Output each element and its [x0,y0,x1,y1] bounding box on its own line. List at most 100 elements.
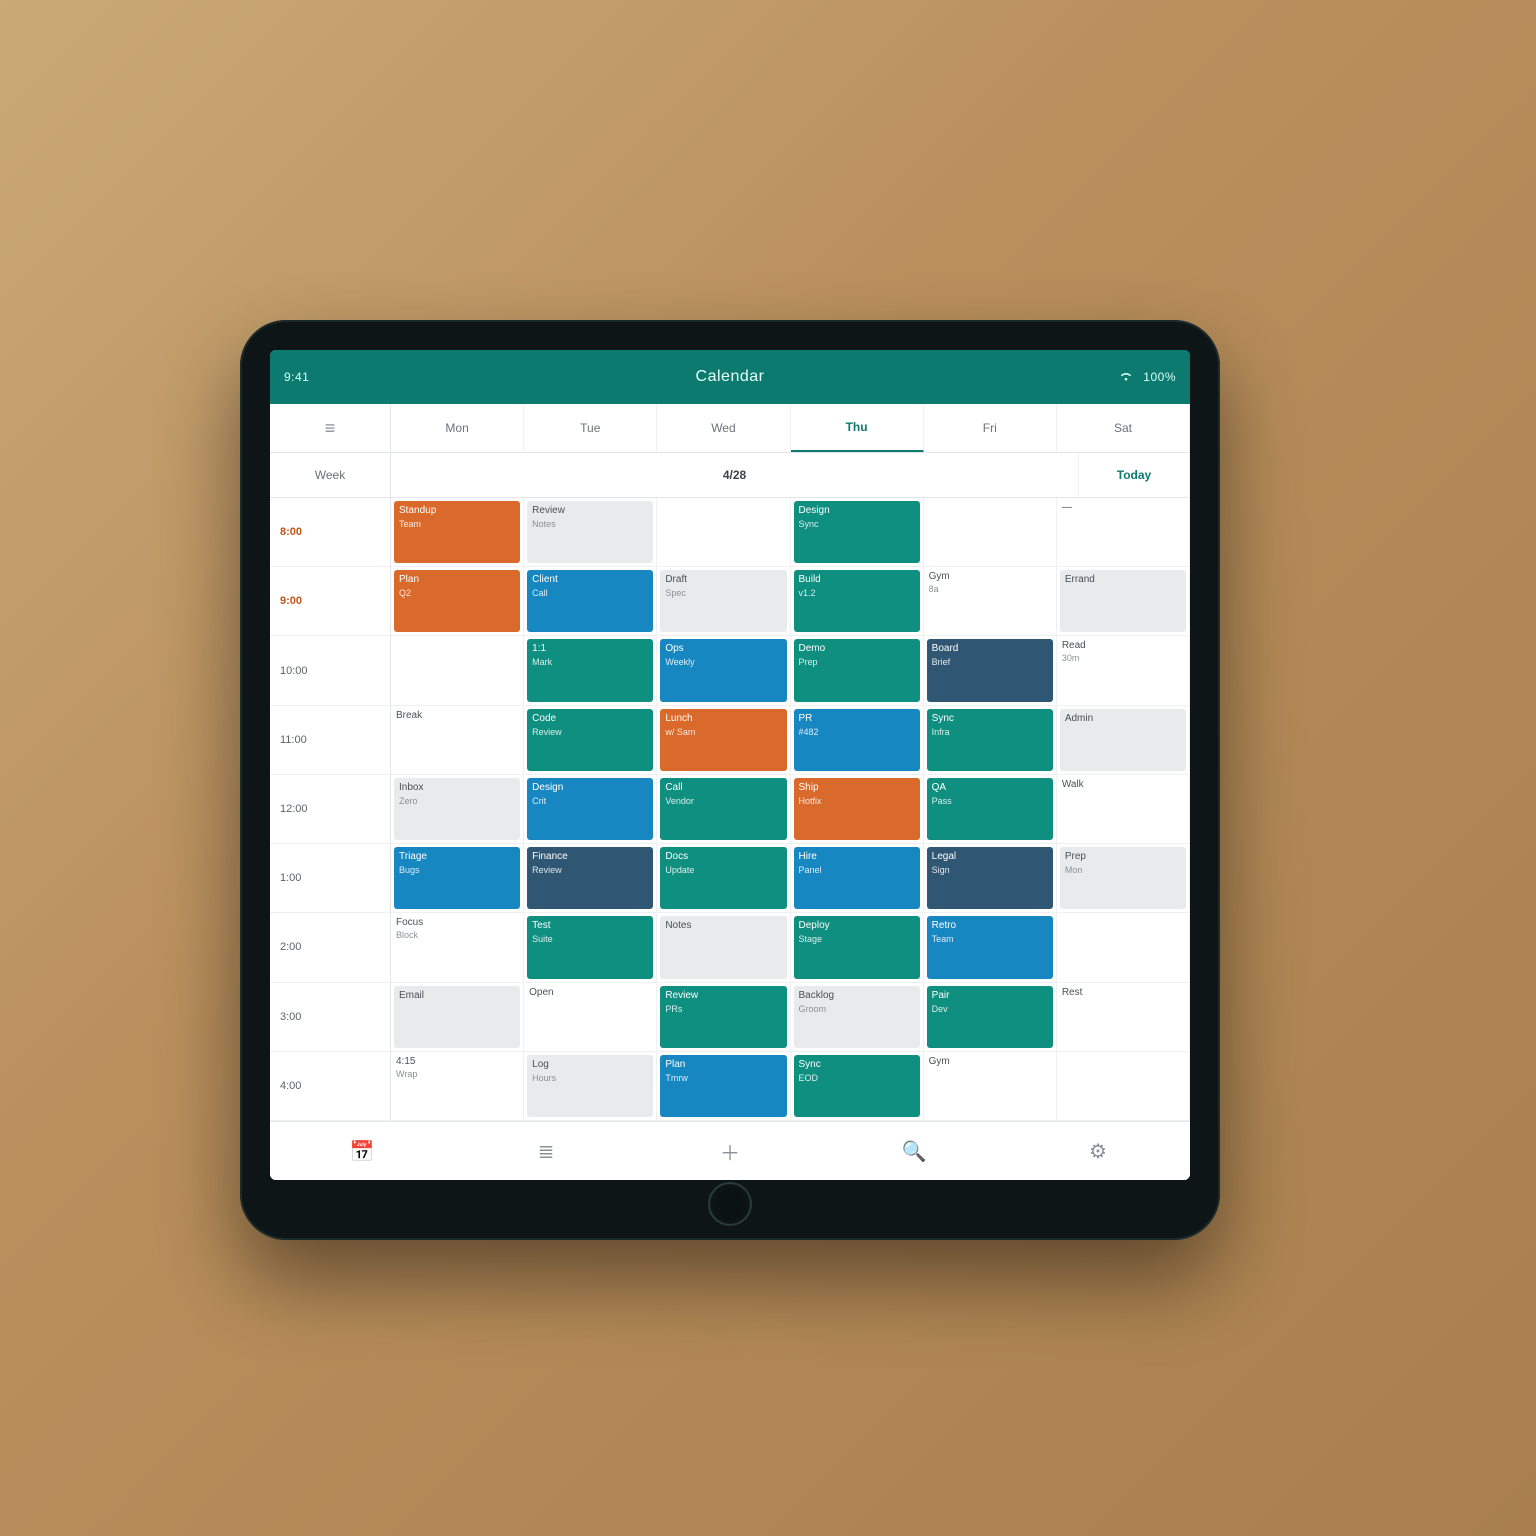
calendar-cell[interactable] [657,498,790,567]
event-block[interactable]: ReviewPRs [660,986,786,1048]
event-block[interactable]: DesignCrit [527,778,653,840]
calendar-cell[interactable]: 1:1Mark [524,636,657,705]
calendar-cell[interactable]: Read30m [1057,636,1190,705]
calendar-cell[interactable]: 4:15Wrap [391,1052,524,1121]
event-block[interactable]: DeployStage [794,916,920,978]
calendar-cell[interactable]: DesignSync [791,498,924,567]
event-block[interactable]: PairDev [927,986,1053,1048]
calendar-cell[interactable]: DeployStage [791,913,924,982]
calendar-cell[interactable]: RetroTeam [924,913,1057,982]
calendar-cell[interactable]: PlanQ2 [391,567,524,636]
calendar-cell[interactable]: ClientCall [524,567,657,636]
calendar-cell[interactable] [391,636,524,705]
calendar-cell[interactable]: InboxZero [391,775,524,844]
calendar-cell[interactable]: ReviewNotes [524,498,657,567]
event-block[interactable]: QAPass [927,778,1053,840]
event-block[interactable]: TriageBugs [394,847,520,909]
calendar-cell[interactable]: LegalSign [924,844,1057,913]
tab-fri[interactable]: Fri [924,404,1057,452]
event-block[interactable]: PlanQ2 [394,570,520,632]
event-block[interactable]: PR#482 [794,709,920,771]
event-block[interactable]: BacklogGroom [794,986,920,1048]
calendar-cell[interactable]: Email [391,983,524,1052]
calendar-cell[interactable]: Notes [657,913,790,982]
event-block[interactable]: CallVendor [660,778,786,840]
calendar-cell[interactable]: ReviewPRs [657,983,790,1052]
today-button[interactable]: Today [1079,453,1190,497]
tab-thu[interactable]: Thu [791,404,924,452]
event-block[interactable]: PlanTmrw [660,1055,786,1117]
calendar-cell[interactable] [1057,913,1190,982]
calendar-cell[interactable]: TestSuite [524,913,657,982]
event-block[interactable]: LogHours [527,1055,653,1117]
menu-icon[interactable]: ≡ [270,404,391,452]
calendar-cell[interactable]: BacklogGroom [791,983,924,1052]
event-block[interactable]: CodeReview [527,709,653,771]
event-block[interactable]: RetroTeam [927,916,1053,978]
home-button[interactable] [708,1182,752,1226]
tab-sat[interactable]: Sat [1057,404,1190,452]
event-block[interactable]: Errand [1060,570,1186,632]
event-block[interactable]: Email [394,986,520,1048]
event-block[interactable]: DocsUpdate [660,847,786,909]
event-block[interactable]: HirePanel [794,847,920,909]
calendar-cell[interactable]: DraftSpec [657,567,790,636]
event-block[interactable]: TestSuite [527,916,653,978]
calendar-cell[interactable]: ShipHotfix [791,775,924,844]
event-block[interactable]: DemoPrep [794,639,920,701]
calendar-cell[interactable]: SyncEOD [791,1052,924,1121]
calendar-cell[interactable] [1057,1052,1190,1121]
event-block[interactable]: ClientCall [527,570,653,632]
event-block[interactable]: InboxZero [394,778,520,840]
event-block[interactable]: Notes [660,916,786,978]
current-date[interactable]: 4/28 [391,453,1079,497]
calendar-cell[interactable]: TriageBugs [391,844,524,913]
calendar-grid[interactable]: StandupTeamReviewNotesDesignSync—PlanQ2C… [391,498,1190,1121]
view-label[interactable]: Week [270,453,391,497]
event-block[interactable]: DesignSync [794,501,920,563]
event-block[interactable]: BoardBrief [927,639,1053,701]
search-icon[interactable]: 🔍 [900,1137,928,1165]
tab-tue[interactable]: Tue [524,404,657,452]
calendar-cell[interactable]: Admin [1057,706,1190,775]
tab-wed[interactable]: Wed [657,404,790,452]
event-block[interactable]: Buildv1.2 [794,570,920,632]
calendar-cell[interactable]: StandupTeam [391,498,524,567]
calendar-icon[interactable]: 📅 [348,1137,376,1165]
calendar-cell[interactable]: DemoPrep [791,636,924,705]
add-icon[interactable]: ＋ [716,1137,744,1165]
calendar-cell[interactable] [924,498,1057,567]
calendar-cell[interactable]: DesignCrit [524,775,657,844]
calendar-cell[interactable]: Gym8a [924,567,1057,636]
calendar-cell[interactable]: Open [524,983,657,1052]
calendar-cell[interactable]: FocusBlock [391,913,524,982]
calendar-cell[interactable]: OpsWeekly [657,636,790,705]
calendar-cell[interactable]: CodeReview [524,706,657,775]
calendar-cell[interactable]: Break [391,706,524,775]
event-block[interactable]: OpsWeekly [660,639,786,701]
settings-icon[interactable]: ⚙ [1084,1137,1112,1165]
calendar-cell[interactable]: HirePanel [791,844,924,913]
event-block[interactable]: DraftSpec [660,570,786,632]
calendar-cell[interactable]: LogHours [524,1052,657,1121]
calendar-cell[interactable]: PlanTmrw [657,1052,790,1121]
calendar-cell[interactable]: CallVendor [657,775,790,844]
calendar-cell[interactable]: Rest [1057,983,1190,1052]
calendar-cell[interactable]: BoardBrief [924,636,1057,705]
event-block[interactable]: LegalSign [927,847,1053,909]
event-block[interactable]: PrepMon [1060,847,1186,909]
calendar-cell[interactable]: Buildv1.2 [791,567,924,636]
calendar-cell[interactable]: Lunchw/ Sam [657,706,790,775]
event-block[interactable]: FinanceReview [527,847,653,909]
calendar-cell[interactable]: SyncInfra [924,706,1057,775]
event-block[interactable]: ReviewNotes [527,501,653,563]
event-block[interactable]: ShipHotfix [794,778,920,840]
calendar-cell[interactable]: Errand [1057,567,1190,636]
calendar-cell[interactable]: Walk [1057,775,1190,844]
calendar-cell[interactable]: PrepMon [1057,844,1190,913]
calendar-cell[interactable]: PairDev [924,983,1057,1052]
tab-mon[interactable]: Mon [391,404,524,452]
event-block[interactable]: SyncEOD [794,1055,920,1117]
calendar-cell[interactable]: QAPass [924,775,1057,844]
calendar-cell[interactable]: Gym [924,1052,1057,1121]
